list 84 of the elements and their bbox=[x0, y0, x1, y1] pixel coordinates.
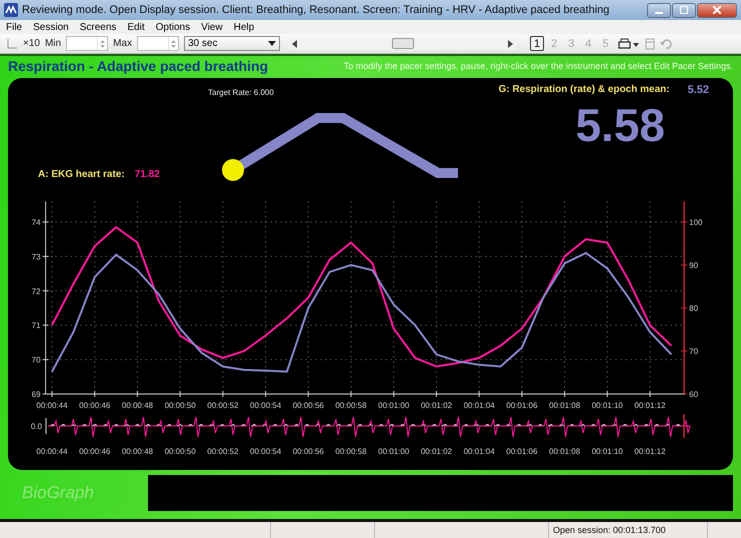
maximize-button[interactable] bbox=[672, 2, 696, 18]
min-label: Min bbox=[44, 38, 62, 49]
strip-time-label: 00:00:48 bbox=[122, 447, 153, 456]
x-axis-label: 00:00:52 bbox=[207, 401, 238, 410]
window-title: Reviewing mode. Open Display session. Client: Breathing, Resonant. Screen: Training - HRV - Adaptive paced breathing bbox=[22, 4, 610, 16]
y-axis-label: 69 bbox=[32, 390, 41, 399]
heart-rate-value: 71.82 bbox=[134, 169, 160, 180]
x-axis-label: 00:01:12 bbox=[634, 401, 666, 410]
x-axis-label: 00:01:06 bbox=[506, 401, 538, 410]
menu-item[interactable]: Screens bbox=[80, 22, 116, 32]
strip-time-label: 00:00:54 bbox=[250, 447, 282, 456]
menu-item[interactable]: View bbox=[201, 22, 223, 32]
minimize-button[interactable] bbox=[647, 2, 671, 18]
strip-time-label: 00:01:04 bbox=[464, 447, 495, 456]
menu-item[interactable]: File bbox=[6, 22, 22, 32]
x-axis-label: 00:00:50 bbox=[164, 401, 196, 410]
close-icon bbox=[713, 6, 721, 14]
menu-item[interactable]: Session bbox=[33, 22, 69, 32]
x-axis-label: 00:00:44 bbox=[36, 401, 68, 410]
right-y-axis-label: 90 bbox=[689, 261, 698, 270]
menu-item[interactable]: Options bbox=[156, 22, 190, 32]
x-axis-label: 00:01:08 bbox=[549, 401, 580, 410]
y-axis-label: 73 bbox=[32, 252, 41, 262]
spinner-arrows-icon bbox=[170, 38, 177, 50]
max-field[interactable] bbox=[137, 36, 179, 51]
caret-icon bbox=[268, 40, 276, 46]
x-axis-label: 00:01:04 bbox=[464, 401, 495, 410]
axis-icon[interactable] bbox=[6, 38, 18, 50]
x-axis-label: 00:01:10 bbox=[592, 401, 623, 410]
right-y-axis-label: 80 bbox=[689, 304, 698, 313]
page-button[interactable]: 1 bbox=[530, 36, 544, 51]
epoch-mean-value: 5.52 bbox=[688, 84, 709, 96]
strip-time-label: 00:01:06 bbox=[506, 447, 538, 456]
strip-time-label: 00:00:58 bbox=[335, 447, 367, 456]
y-axis-label: 74 bbox=[32, 218, 41, 227]
menu-item[interactable]: Edit bbox=[127, 22, 145, 32]
strip-time-label: 00:01:08 bbox=[549, 447, 580, 456]
y-axis-label: 71 bbox=[32, 321, 41, 330]
pacer-hint: To modify the pacer settings, pause, right-click over the instrument and select Edit Pacer Settings. bbox=[344, 60, 733, 70]
scroll-bar[interactable] bbox=[289, 38, 517, 50]
app-logo: BioGraph bbox=[21, 483, 95, 503]
y-axis-label: 72 bbox=[32, 286, 41, 296]
strip-time-label: 00:00:52 bbox=[207, 447, 238, 456]
x-axis-label: 00:00:56 bbox=[292, 401, 324, 410]
respiration-label: G: Respiration (rate) & epoch mean: bbox=[498, 84, 670, 96]
x-axis-label: 00:00:54 bbox=[250, 401, 282, 410]
document-icon[interactable] bbox=[644, 38, 655, 50]
strip-time-label: 00:01:12 bbox=[634, 447, 666, 456]
heart-rate-label: A: EKG heart rate: bbox=[38, 169, 125, 180]
strip-axis-label: 0.0 bbox=[30, 422, 42, 431]
strip-time-label: 00:00:44 bbox=[36, 447, 68, 456]
scale-label[interactable]: ×10 bbox=[23, 38, 40, 49]
x-axis-label: 00:01:02 bbox=[420, 401, 452, 410]
right-arrow-icon bbox=[508, 40, 514, 48]
status-text: Open session: 00:01:13.700 bbox=[549, 522, 708, 538]
close-button[interactable] bbox=[697, 2, 737, 18]
screen-title: Respiration - Adaptive paced breathing bbox=[8, 58, 268, 74]
maximize-icon bbox=[680, 6, 688, 14]
strip-time-label: 00:00:50 bbox=[164, 447, 196, 456]
target-rate: Target Rate: 6.000 bbox=[208, 88, 274, 97]
right-y-axis-label: 60 bbox=[689, 390, 698, 399]
x-axis-label: 00:00:48 bbox=[122, 401, 153, 410]
right-y-axis-label: 100 bbox=[689, 218, 703, 227]
timebase-dropdown[interactable]: 30 sec bbox=[184, 36, 280, 51]
x-axis-label: 00:00:58 bbox=[335, 401, 367, 410]
printer-icon[interactable] bbox=[618, 38, 640, 50]
undo-icon[interactable] bbox=[660, 38, 672, 50]
x-axis-label: 00:00:46 bbox=[79, 401, 110, 410]
x-axis-label: 00:01:00 bbox=[378, 401, 410, 410]
left-arrow-icon bbox=[292, 40, 298, 48]
strip-time-label: 00:01:00 bbox=[378, 447, 410, 456]
spinner-arrows-icon bbox=[99, 38, 106, 50]
strip-time-label: 00:01:10 bbox=[592, 447, 623, 456]
strip-time-label: 00:01:02 bbox=[420, 447, 452, 456]
min-field[interactable] bbox=[66, 36, 108, 51]
y-axis-label: 70 bbox=[32, 356, 41, 365]
strip-time-label: 00:00:46 bbox=[79, 447, 110, 456]
max-label: Max bbox=[113, 38, 132, 49]
menu-item[interactable]: Help bbox=[234, 22, 254, 32]
app-logo-icon bbox=[4, 3, 18, 17]
scroll-thumb[interactable] bbox=[392, 38, 414, 49]
strip-time-label: 00:00:56 bbox=[292, 447, 324, 456]
respiration-rate-readout: 5.58 bbox=[575, 102, 665, 148]
right-y-axis-label: 70 bbox=[689, 347, 698, 356]
